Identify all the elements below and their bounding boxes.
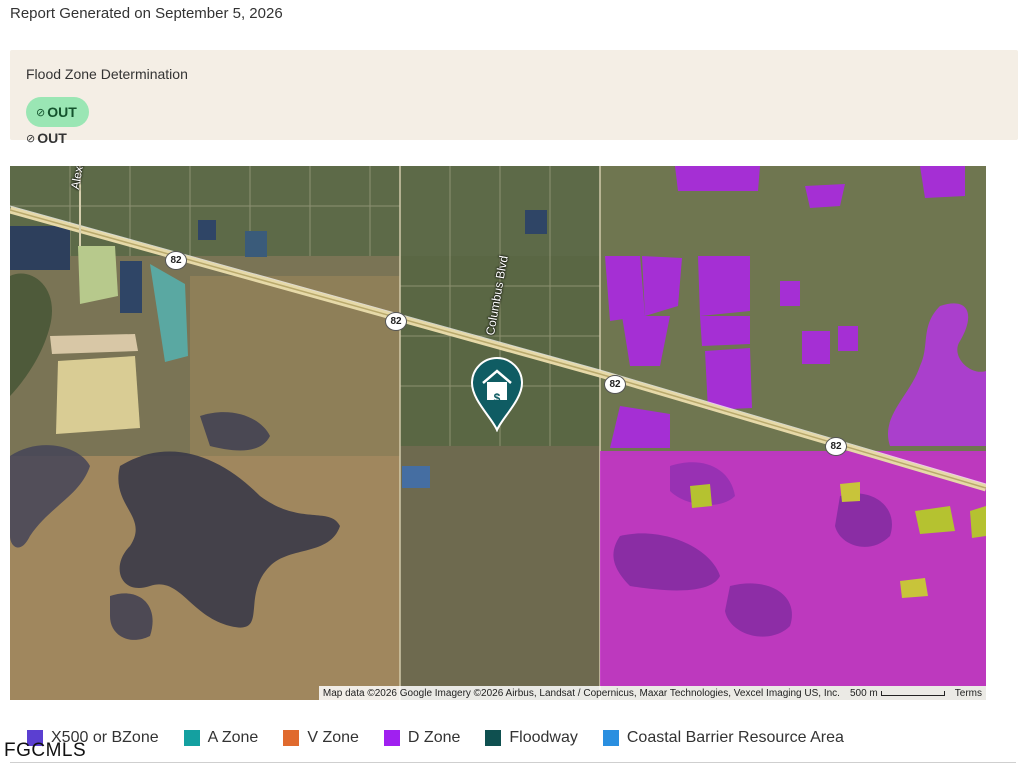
highway-shield: 82 bbox=[604, 375, 626, 394]
dollar-sign-label: $ bbox=[493, 391, 501, 405]
highway-shield: 82 bbox=[385, 312, 407, 331]
report-date: Report Generated on September 5, 2026 bbox=[10, 5, 283, 22]
flood-status-text: ⊘ OUT bbox=[26, 130, 67, 146]
legend-swatch bbox=[485, 730, 502, 746]
check-icon: ⊘ bbox=[26, 132, 36, 145]
flood-zone-panel: Flood Zone Determination ⊘ OUT ⊘ OUT bbox=[10, 50, 1018, 146]
property-marker[interactable]: $ bbox=[470, 356, 524, 432]
scale-bar bbox=[880, 690, 945, 696]
legend-item-floodway: Floodway bbox=[485, 729, 578, 747]
legend-item-a-zone: A Zone bbox=[183, 729, 259, 747]
map-attribution-text: Map data ©2026 Google Imagery ©2026 Airb… bbox=[322, 687, 840, 699]
legend-label: Floodway bbox=[509, 729, 578, 746]
flood-status-pill-label: OUT bbox=[47, 104, 77, 120]
legend-label: A Zone bbox=[207, 729, 259, 746]
flood-zone-title: Flood Zone Determination bbox=[26, 66, 188, 82]
flood-legend: X500 or BZone A Zone V Zone D Zone Flood… bbox=[27, 729, 844, 747]
legend-item-d-zone: D Zone bbox=[383, 729, 461, 747]
map-attribution: Map data ©2026 Google Imagery ©2026 Airb… bbox=[318, 686, 986, 700]
legend-swatch bbox=[283, 730, 300, 746]
legend-swatch bbox=[383, 730, 400, 746]
bottom-divider bbox=[10, 762, 1016, 763]
scale-label: 500 m bbox=[849, 687, 878, 699]
terms-link[interactable]: Terms bbox=[955, 688, 982, 699]
legend-label: D Zone bbox=[407, 729, 461, 746]
legend-item-v-zone: V Zone bbox=[283, 729, 359, 747]
flood-status-pill: ⊘ OUT bbox=[26, 97, 89, 127]
legend-label: V Zone bbox=[307, 729, 359, 746]
legend-swatch bbox=[183, 730, 200, 746]
scale-indicator: 500 m bbox=[850, 688, 945, 699]
mls-watermark: FGCMLS bbox=[4, 740, 87, 761]
flood-status-text-label: OUT bbox=[37, 130, 67, 146]
satellite-map bbox=[10, 166, 986, 700]
legend-item-coastal-barrier: Coastal Barrier Resource Area bbox=[602, 729, 844, 747]
highway-shield: 82 bbox=[825, 437, 847, 456]
legend-label: Coastal Barrier Resource Area bbox=[626, 729, 844, 746]
legend-swatch bbox=[602, 730, 619, 746]
flood-map[interactable]: Alexander Columbus Blvd 82 82 82 82 $ Ma… bbox=[10, 166, 986, 700]
highway-shield: 82 bbox=[165, 251, 187, 270]
check-icon: ⊘ bbox=[36, 106, 46, 119]
